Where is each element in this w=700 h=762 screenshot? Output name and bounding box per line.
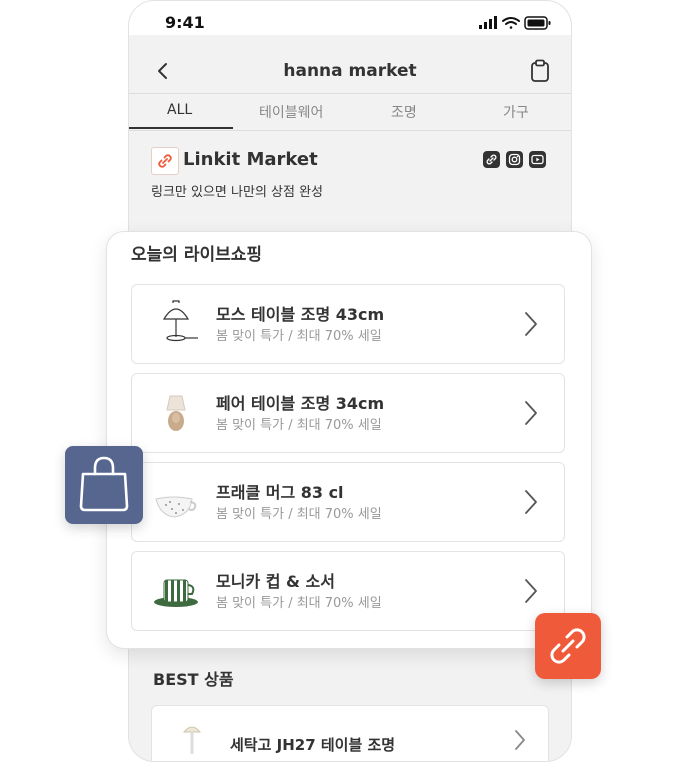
shopping-bag-icon: [79, 456, 129, 512]
chevron-right-icon: [524, 400, 538, 426]
navigation-bar: hanna market: [129, 49, 571, 93]
page-title: hanna market: [283, 61, 417, 81]
status-bar: 9:41: [129, 1, 571, 35]
active-tab-indicator: [129, 127, 233, 129]
mug-thumbnail: [152, 477, 200, 525]
best-section-title: BEST 상품: [153, 670, 234, 689]
tab-tableware[interactable]: 테이블웨어: [259, 102, 323, 122]
live-item[interactable]: 모니카 컵 & 소서 봄 맞이 특가 / 최대 70% 세일: [131, 551, 565, 631]
live-shopping-title: 오늘의 라이브쇼핑: [131, 245, 263, 265]
item-name: 모니카 컵 & 소서: [216, 572, 335, 591]
tab-all[interactable]: ALL: [167, 102, 192, 118]
link-icon: [550, 628, 586, 664]
live-item[interactable]: 페어 테이블 조명 34cm 봄 맞이 특가 / 최대 70% 세일: [131, 373, 565, 453]
link-icon: [158, 154, 172, 168]
signal-icon: [479, 16, 497, 29]
best-product-name: 세탁고 JH27 테이블 조명: [230, 736, 396, 754]
store-name: Linkit Market: [183, 149, 318, 170]
tab-furniture[interactable]: 가구: [503, 102, 529, 122]
tab-lighting[interactable]: 조명: [391, 102, 417, 122]
shopping-bag-button[interactable]: [65, 446, 143, 524]
item-name: 페어 테이블 조명 34cm: [216, 394, 385, 413]
wifi-icon: [502, 17, 520, 29]
instagram-icon[interactable]: [506, 151, 523, 168]
clipboard-button[interactable]: [529, 59, 551, 83]
brand-logo: [151, 147, 179, 175]
item-promo: 봄 맞이 특가 / 최대 70% 세일: [216, 329, 382, 344]
clipboard-icon: [531, 59, 549, 82]
cup-saucer-thumbnail: [152, 566, 200, 614]
youtube-icon[interactable]: [529, 151, 546, 168]
item-promo: 봄 맞이 특가 / 최대 70% 세일: [216, 418, 382, 433]
live-item[interactable]: 모스 테이블 조명 43cm 봄 맞이 특가 / 최대 70% 세일: [131, 284, 565, 364]
link-icon[interactable]: [483, 151, 500, 168]
live-shopping-card: 오늘의 라이브쇼핑 모스 테이블 조명 43cm 봄 맞이 특가 / 최대 70…: [106, 231, 592, 649]
store-profile: Linkit Market 링크만 있으면 나만의 상점 완성: [129, 131, 571, 219]
category-tabs: ALL 테이블웨어 조명 가구: [129, 93, 571, 131]
item-promo: 봄 맞이 특가 / 최대 70% 세일: [216, 507, 382, 522]
item-name: 프래클 머그 83 cl: [216, 483, 344, 502]
store-tagline: 링크만 있으면 나만의 상점 완성: [151, 185, 324, 200]
product-thumbnail: [174, 722, 210, 761]
best-product-item[interactable]: 세탁고 JH27 테이블 조명: [151, 705, 549, 761]
item-name: 모스 테이블 조명 43cm: [216, 305, 385, 324]
chevron-right-icon: [524, 311, 538, 337]
status-icons: [479, 15, 553, 34]
live-item[interactable]: 프래클 머그 83 cl 봄 맞이 특가 / 최대 70% 세일: [131, 462, 565, 542]
chevron-right-icon: [514, 728, 526, 752]
lamp-thumbnail: [152, 388, 200, 436]
battery-icon: [524, 16, 551, 30]
status-time: 9:41: [165, 13, 205, 32]
chevron-right-icon: [524, 578, 538, 604]
item-promo: 봄 맞이 특가 / 최대 70% 세일: [216, 596, 382, 611]
link-share-button[interactable]: [535, 613, 601, 679]
lamp-thumbnail: [152, 299, 200, 347]
chevron-right-icon: [524, 489, 538, 515]
